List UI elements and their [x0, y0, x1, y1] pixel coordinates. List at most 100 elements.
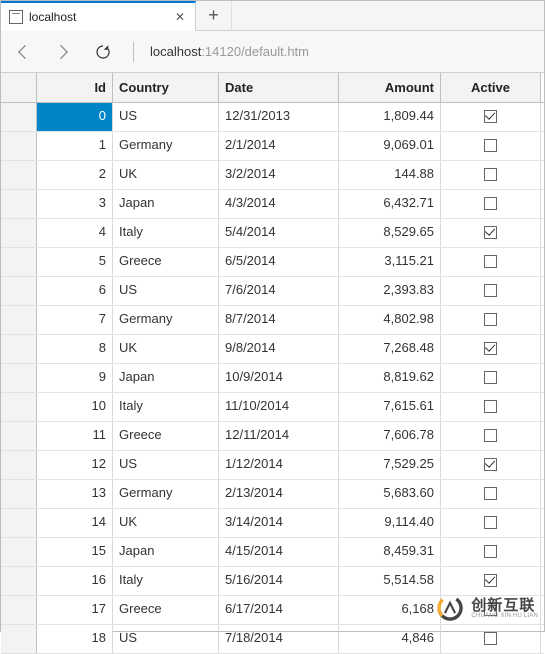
cell-id[interactable]: 17 — [37, 596, 113, 624]
cell-active[interactable] — [441, 509, 541, 537]
cell-active[interactable] — [441, 306, 541, 334]
cell-id[interactable]: 3 — [37, 190, 113, 218]
checkbox-icon[interactable] — [484, 168, 497, 181]
cell-amount[interactable]: 3,115.21 — [339, 248, 441, 276]
row-header[interactable] — [1, 567, 37, 595]
cell-country[interactable]: Germany — [113, 306, 219, 334]
table-row[interactable]: 6US7/6/20142,393.83 — [1, 277, 544, 306]
checkbox-checked-icon[interactable] — [484, 342, 497, 355]
row-header[interactable] — [1, 451, 37, 479]
col-header-active[interactable]: Active — [441, 73, 541, 102]
table-row[interactable]: 18US7/18/20144,846 — [1, 625, 544, 654]
cell-amount[interactable]: 4,802.98 — [339, 306, 441, 334]
cell-date[interactable]: 4/15/2014 — [219, 538, 339, 566]
checkbox-icon[interactable] — [484, 284, 497, 297]
cell-country[interactable]: Italy — [113, 393, 219, 421]
cell-active[interactable] — [441, 219, 541, 247]
checkbox-checked-icon[interactable] — [484, 226, 497, 239]
cell-amount[interactable]: 8,459.31 — [339, 538, 441, 566]
cell-active[interactable] — [441, 393, 541, 421]
cell-date[interactable]: 2/13/2014 — [219, 480, 339, 508]
row-header[interactable] — [1, 219, 37, 247]
checkbox-icon[interactable] — [484, 545, 497, 558]
row-header[interactable] — [1, 103, 37, 131]
table-row[interactable]: 9Japan10/9/20148,819.62 — [1, 364, 544, 393]
cell-country[interactable]: Greece — [113, 422, 219, 450]
checkbox-icon[interactable] — [484, 371, 497, 384]
cell-date[interactable]: 3/14/2014 — [219, 509, 339, 537]
table-row[interactable]: 13Germany2/13/20145,683.60 — [1, 480, 544, 509]
cell-active[interactable] — [441, 190, 541, 218]
cell-amount[interactable]: 4,846 — [339, 625, 441, 653]
cell-id[interactable]: 9 — [37, 364, 113, 392]
cell-id[interactable]: 5 — [37, 248, 113, 276]
table-row[interactable]: 5Greece6/5/20143,115.21 — [1, 248, 544, 277]
table-row[interactable]: 4Italy5/4/20148,529.65 — [1, 219, 544, 248]
cell-amount[interactable]: 7,268.48 — [339, 335, 441, 363]
table-row[interactable]: 10Italy11/10/20147,615.61 — [1, 393, 544, 422]
cell-amount[interactable]: 8,819.62 — [339, 364, 441, 392]
cell-date[interactable]: 8/7/2014 — [219, 306, 339, 334]
row-header[interactable] — [1, 538, 37, 566]
cell-date[interactable]: 7/6/2014 — [219, 277, 339, 305]
row-header[interactable] — [1, 625, 37, 653]
cell-active[interactable] — [441, 335, 541, 363]
cell-id[interactable]: 10 — [37, 393, 113, 421]
cell-active[interactable] — [441, 277, 541, 305]
col-header-country[interactable]: Country — [113, 73, 219, 102]
row-header[interactable] — [1, 161, 37, 189]
table-row[interactable]: 15Japan4/15/20148,459.31 — [1, 538, 544, 567]
checkbox-icon[interactable] — [484, 255, 497, 268]
address-bar[interactable]: localhost:14120/default.htm — [150, 44, 309, 59]
cell-amount[interactable]: 2,393.83 — [339, 277, 441, 305]
cell-date[interactable]: 6/5/2014 — [219, 248, 339, 276]
cell-date[interactable]: 1/12/2014 — [219, 451, 339, 479]
cell-active[interactable] — [441, 103, 541, 131]
cell-active[interactable] — [441, 451, 541, 479]
cell-amount[interactable]: 6,432.71 — [339, 190, 441, 218]
cell-id[interactable]: 14 — [37, 509, 113, 537]
checkbox-icon[interactable] — [484, 429, 497, 442]
cell-id[interactable]: 1 — [37, 132, 113, 160]
row-header[interactable] — [1, 422, 37, 450]
cell-date[interactable]: 5/16/2014 — [219, 567, 339, 595]
cell-amount[interactable]: 5,514.58 — [339, 567, 441, 595]
row-header[interactable] — [1, 190, 37, 218]
cell-id[interactable]: 16 — [37, 567, 113, 595]
checkbox-icon[interactable] — [484, 139, 497, 152]
row-header[interactable] — [1, 480, 37, 508]
cell-amount[interactable]: 7,606.78 — [339, 422, 441, 450]
cell-amount[interactable]: 144.88 — [339, 161, 441, 189]
browser-tab[interactable]: localhost ✕ — [1, 1, 196, 31]
row-header[interactable] — [1, 393, 37, 421]
cell-date[interactable]: 11/10/2014 — [219, 393, 339, 421]
checkbox-icon[interactable] — [484, 400, 497, 413]
cell-amount[interactable]: 5,683.60 — [339, 480, 441, 508]
table-row[interactable]: 8UK9/8/20147,268.48 — [1, 335, 544, 364]
cell-country[interactable]: Italy — [113, 567, 219, 595]
cell-id[interactable]: 12 — [37, 451, 113, 479]
cell-country[interactable]: UK — [113, 161, 219, 189]
cell-id[interactable]: 8 — [37, 335, 113, 363]
row-header[interactable] — [1, 132, 37, 160]
cell-active[interactable] — [441, 567, 541, 595]
cell-id[interactable]: 0 — [37, 103, 113, 131]
cell-id[interactable]: 7 — [37, 306, 113, 334]
cell-date[interactable]: 7/18/2014 — [219, 625, 339, 653]
cell-country[interactable]: Greece — [113, 596, 219, 624]
cell-country[interactable]: US — [113, 451, 219, 479]
table-row[interactable]: 12US1/12/20147,529.25 — [1, 451, 544, 480]
cell-date[interactable]: 4/3/2014 — [219, 190, 339, 218]
row-header[interactable] — [1, 596, 37, 624]
cell-active[interactable] — [441, 422, 541, 450]
new-tab-button[interactable]: + — [196, 1, 232, 31]
cell-amount[interactable]: 6,168 — [339, 596, 441, 624]
table-row[interactable]: 16Italy5/16/20145,514.58 — [1, 567, 544, 596]
table-row[interactable]: 3Japan4/3/20146,432.71 — [1, 190, 544, 219]
table-row[interactable]: 17Greece6/17/20146,168 — [1, 596, 544, 625]
row-header[interactable] — [1, 306, 37, 334]
cell-country[interactable]: Japan — [113, 190, 219, 218]
checkbox-icon[interactable] — [484, 313, 497, 326]
back-button[interactable] — [9, 38, 37, 66]
cell-id[interactable]: 2 — [37, 161, 113, 189]
